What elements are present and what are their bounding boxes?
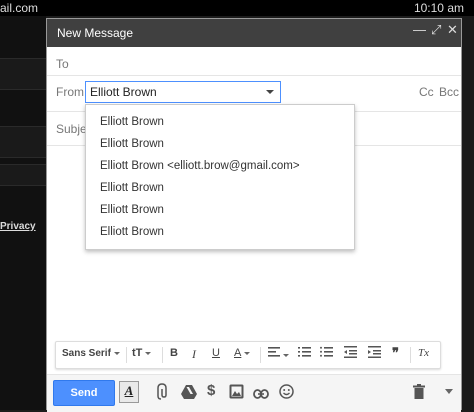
- underline-button[interactable]: U: [212, 347, 220, 359]
- to-label: To: [56, 57, 69, 71]
- font-size-icon: tT: [132, 347, 143, 359]
- compose-dialog: New Message — ⤢ ✕ To From Elliott Brown …: [46, 18, 462, 412]
- divider: [260, 347, 261, 363]
- minimize-icon[interactable]: —: [413, 22, 426, 37]
- indent-less-icon: [344, 346, 357, 358]
- to-row[interactable]: To: [47, 47, 461, 76]
- send-button[interactable]: Send: [53, 380, 115, 406]
- align-icon: [268, 347, 280, 357]
- from-option[interactable]: Elliott Brown: [100, 138, 164, 150]
- quote-icon[interactable]: ❞: [392, 345, 399, 361]
- formatting-toolbar: Sans Serif tT B I U A ❞ Tx: [55, 341, 441, 369]
- from-dropdown-menu: Elliott Brown Elliott Brown Elliott Brow…: [85, 104, 355, 250]
- text-color-button[interactable]: A: [234, 347, 251, 359]
- left-pane-band[interactable]: [0, 58, 46, 90]
- chevron-down-icon: [145, 351, 152, 355]
- chevron-down-icon: [283, 353, 289, 357]
- insert-money-icon[interactable]: $: [207, 382, 215, 399]
- compose-title: New Message: [57, 26, 134, 40]
- from-option[interactable]: Elliott Brown: [100, 116, 164, 128]
- chevron-down-icon: [113, 351, 120, 355]
- paperclip-icon[interactable]: [157, 383, 169, 406]
- remove-formatting-icon[interactable]: Tx: [418, 347, 429, 359]
- google-drive-icon[interactable]: [181, 385, 197, 404]
- background-strip: [462, 16, 474, 410]
- status-left-text: ail.com: [0, 1, 39, 15]
- bold-button[interactable]: B: [170, 347, 178, 359]
- from-option[interactable]: Elliott Brown <elliott.brow@gmail.com>: [100, 160, 300, 172]
- from-option[interactable]: Elliott Brown: [100, 182, 164, 194]
- indent-more-icon: [368, 346, 381, 358]
- chevron-down-icon: [244, 351, 251, 355]
- bulleted-list-button[interactable]: [320, 346, 333, 361]
- bcc-link[interactable]: Bcc: [439, 85, 459, 99]
- divider: [162, 347, 163, 363]
- formatting-options-icon[interactable]: A: [119, 381, 139, 403]
- italic-button[interactable]: I: [192, 347, 196, 362]
- mail-left-pane: Privacy: [0, 16, 46, 410]
- trash-icon[interactable]: [413, 384, 425, 404]
- chevron-down-icon: [266, 90, 274, 94]
- indent-less-button[interactable]: [344, 346, 357, 361]
- chevron-down-icon[interactable]: [445, 389, 453, 394]
- indent-more-button[interactable]: [368, 346, 381, 361]
- insert-photo-icon[interactable]: [229, 384, 244, 404]
- status-time: 10:10 am: [413, 1, 464, 15]
- numbered-list-icon: [298, 347, 311, 357]
- close-icon[interactable]: ✕: [447, 22, 458, 38]
- system-status-bar: ail.com 10:10 am: [0, 0, 474, 16]
- font-family-value: Sans Serif: [62, 348, 111, 359]
- from-option[interactable]: Elliott Brown: [100, 204, 164, 216]
- bulleted-list-icon: [320, 346, 333, 357]
- divider: [410, 347, 411, 363]
- font-size-select[interactable]: tT: [132, 347, 152, 359]
- compose-bottom-bar: Send A $: [47, 374, 461, 412]
- emoji-icon[interactable]: [279, 384, 294, 404]
- left-pane-band[interactable]: [0, 126, 46, 158]
- align-button[interactable]: [268, 346, 289, 361]
- from-label: From: [56, 85, 84, 99]
- insert-link-icon[interactable]: [253, 386, 269, 404]
- left-pane-band[interactable]: [0, 164, 46, 186]
- font-family-select[interactable]: Sans Serif: [62, 348, 120, 359]
- text-color-icon: A: [234, 347, 242, 359]
- from-select-value: Elliott Brown: [90, 85, 157, 99]
- from-option[interactable]: Elliott Brown: [100, 226, 164, 238]
- cc-link[interactable]: Cc: [419, 85, 434, 99]
- privacy-link[interactable]: Privacy: [0, 221, 36, 232]
- popout-icon[interactable]: ⤢: [431, 22, 441, 38]
- compose-title-bar[interactable]: New Message — ⤢ ✕: [47, 19, 461, 47]
- divider: [126, 347, 127, 363]
- numbered-list-button[interactable]: [298, 346, 311, 361]
- from-select[interactable]: Elliott Brown: [85, 81, 281, 103]
